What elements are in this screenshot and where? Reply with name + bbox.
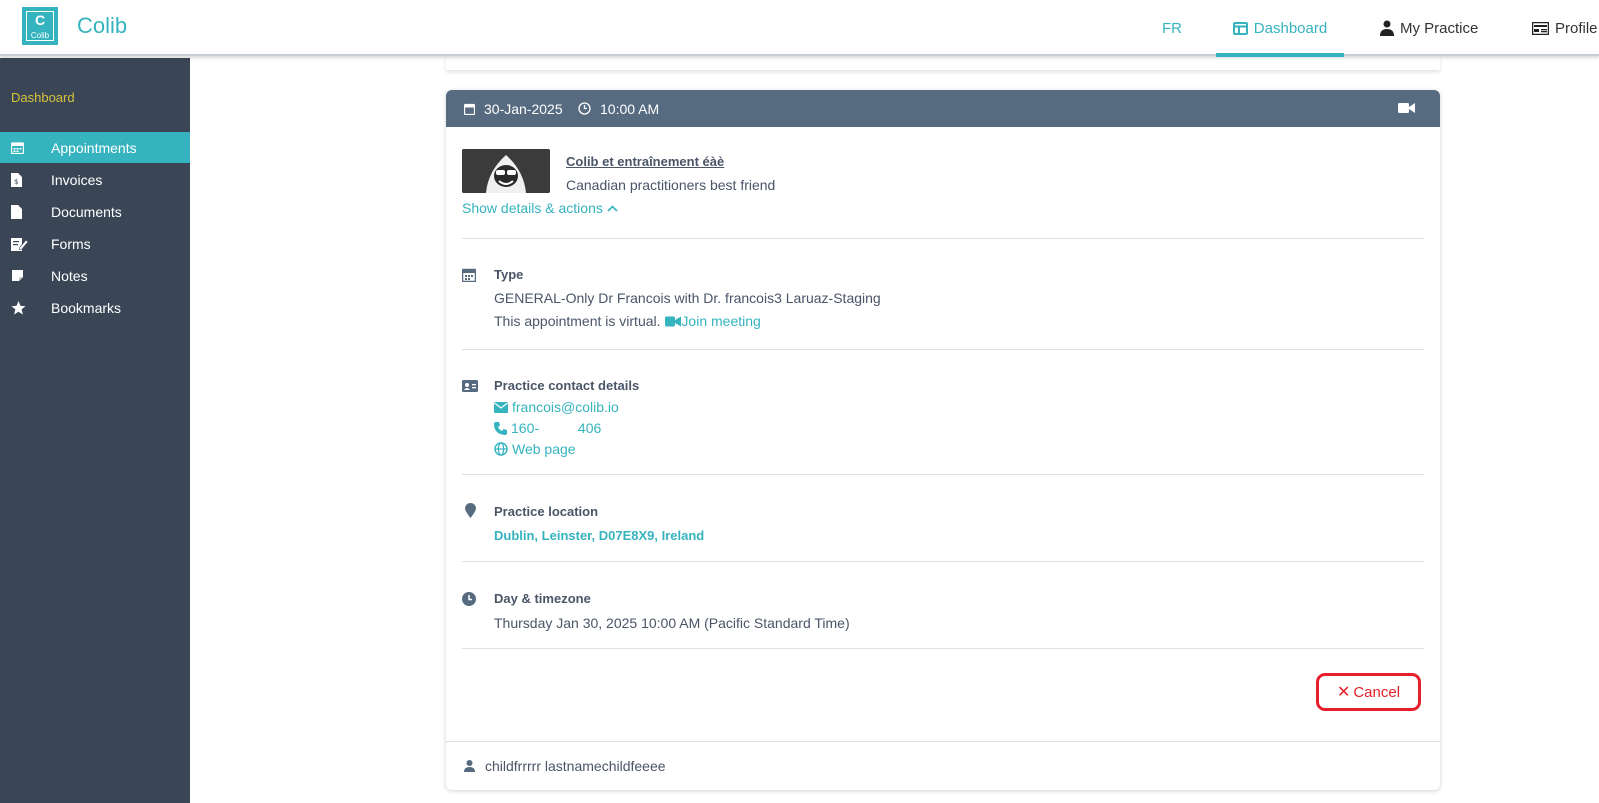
timezone-title: Day & timezone — [494, 591, 591, 606]
svg-text:$: $ — [14, 178, 18, 186]
language-toggle[interactable]: FR — [1162, 0, 1182, 56]
globe-icon — [494, 442, 508, 456]
video-camera-icon — [665, 316, 682, 327]
appointment-date: 30-Jan-2025 — [464, 101, 563, 117]
sidebar-item-invoices[interactable]: $ Invoices — [0, 164, 190, 195]
divider — [462, 349, 1424, 350]
join-meeting-label: Join meeting — [681, 313, 761, 329]
previous-appointment-card — [446, 56, 1440, 70]
cancel-label: Cancel — [1353, 683, 1401, 701]
patient-info: childfrrrrr lastnamechildfeeee — [464, 758, 666, 774]
nav-my-practice-label: My Practice — [1400, 19, 1479, 37]
join-meeting-link[interactable]: Join meeting — [664, 313, 761, 329]
appointment-time-text: 10:00 AM — [600, 100, 660, 117]
form-edit-icon — [0, 237, 51, 251]
divider — [462, 648, 1424, 649]
nav-dashboard-label: Dashboard — [1253, 19, 1328, 37]
clock-icon — [462, 592, 476, 606]
sidebar-item-documents[interactable]: Documents — [0, 196, 190, 227]
sidebar-item-appointments[interactable]: Appointments — [0, 132, 190, 163]
nav-dashboard[interactable]: Dashboard — [1216, 0, 1344, 57]
show-details-toggle[interactable]: Show details & actions — [462, 200, 618, 216]
dashboard-icon — [1232, 21, 1248, 35]
sidebar-item-label: Notes — [51, 267, 88, 284]
star-icon — [0, 300, 51, 315]
user-icon — [464, 760, 475, 772]
calendar-icon — [462, 268, 476, 282]
location-title: Practice location — [494, 504, 599, 519]
envelope-icon — [494, 401, 508, 413]
divider — [462, 238, 1424, 239]
appointment-card: 30-Jan-2025 10:00 AM Colib et entraîneme… — [446, 90, 1440, 790]
sidebar-item-bookmarks[interactable]: Bookmarks — [0, 292, 190, 323]
divider — [446, 741, 1440, 742]
patient-name: childfrrrrr lastnamechildfeeee — [485, 758, 666, 774]
appointment-card-header: 30-Jan-2025 10:00 AM — [446, 90, 1440, 127]
practice-name-link[interactable]: Colib et entraînement éàè — [566, 154, 724, 169]
brand-name[interactable]: Colib — [77, 13, 127, 39]
nav-profile[interactable]: Profile — [1532, 0, 1598, 56]
phone-text: 160- 406 — [511, 420, 602, 436]
show-details-label: Show details & actions — [462, 200, 603, 216]
calendar-icon — [464, 103, 475, 115]
virtual-text: This appointment is virtual. — [494, 313, 661, 329]
sidebar-item-notes[interactable]: Notes — [0, 260, 190, 291]
type-value: GENERAL-Only Dr Francois with Dr. franco… — [494, 290, 881, 306]
divider — [462, 561, 1424, 562]
practice-tagline: Canadian practitioners best friend — [566, 177, 776, 193]
sidebar-item-label: Forms — [51, 235, 91, 252]
id-card-icon — [462, 380, 478, 392]
chevron-up-icon — [607, 204, 618, 212]
phone-icon — [494, 421, 507, 435]
web-page-link[interactable]: Web page — [494, 441, 576, 457]
appointment-date-text: 30-Jan-2025 — [484, 100, 563, 117]
video-camera-icon — [1398, 103, 1415, 113]
map-pin-icon — [465, 503, 476, 518]
sidebar-item-label: Invoices — [51, 171, 103, 188]
cancel-button[interactable]: ✕ Cancel — [1316, 673, 1421, 711]
virtual-info: This appointment is virtual. Join meetin… — [494, 313, 761, 329]
appointment-time: 10:00 AM — [578, 101, 659, 117]
timezone-value: Thursday Jan 30, 2025 10:00 AM (Pacific … — [494, 615, 850, 631]
clock-icon — [578, 102, 591, 115]
nav-my-practice[interactable]: My Practice — [1380, 0, 1478, 56]
sidebar: Dashboard Appointments $ Invoices Docume… — [0, 58, 190, 803]
doctor-icon — [1380, 20, 1394, 36]
document-icon — [0, 204, 51, 219]
close-icon: ✕ — [1336, 684, 1351, 701]
note-icon — [0, 269, 51, 282]
location-link[interactable]: Dublin, Leinster, D07E8X9, Ireland — [494, 528, 704, 543]
sidebar-item-forms[interactable]: Forms — [0, 228, 190, 259]
sidebar-item-label: Appointments — [51, 139, 137, 156]
calendar-icon — [0, 141, 51, 154]
type-title: Type — [494, 267, 524, 282]
invoice-icon: $ — [0, 172, 51, 187]
practice-avatar — [462, 149, 550, 193]
colib-logo[interactable]: C Colib — [22, 7, 58, 45]
web-page-text: Web page — [512, 441, 576, 457]
sidebar-item-label: Bookmarks — [51, 299, 122, 316]
nav-profile-label: Profile — [1555, 19, 1598, 37]
id-card-icon — [1532, 21, 1549, 35]
contact-title: Practice contact details — [494, 378, 640, 393]
email-link[interactable]: francois@colib.io — [494, 399, 619, 415]
sidebar-item-label: Documents — [51, 203, 122, 220]
sidebar-title[interactable]: Dashboard — [11, 90, 75, 105]
email-text: francois@colib.io — [512, 399, 619, 415]
phone-link[interactable]: 160- 406 — [494, 420, 601, 436]
divider — [462, 474, 1424, 475]
top-navbar: C Colib Colib FR Dashboard My Practice P… — [0, 0, 1599, 57]
